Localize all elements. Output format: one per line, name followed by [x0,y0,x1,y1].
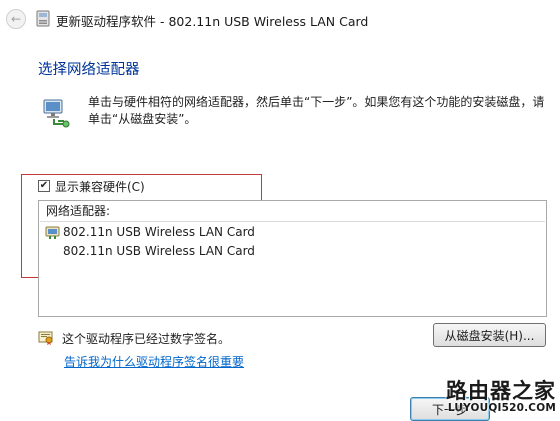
signing-help-link[interactable]: 告诉我为什么驱动程序签名很重要 [64,353,244,370]
signed-status: 这个驱动程序已经过数字签名。 [38,330,230,346]
list-header: 网络适配器: [40,202,545,222]
list-item-label: 802.11n USB Wireless LAN Card [63,244,255,258]
have-disk-button[interactable]: 从磁盘安装(H)... [433,323,546,347]
list-item[interactable]: 802.11n USB Wireless LAN Card [45,242,255,260]
window-title: 更新驱动程序软件 - 802.11n USB Wireless LAN Card [56,14,369,29]
instruction-text: 单击与硬件相符的网络适配器，然后单击“下一步”。如果您有这个功能的安装磁盘，请单… [88,95,545,126]
show-compatible-label: 显示兼容硬件(C) [55,179,145,194]
network-adapter-icon [45,226,60,239]
title-bar: ← 更新驱动程序软件 - 802.11n USB Wireless LAN Ca… [0,0,560,40]
back-button[interactable]: ← [6,9,26,29]
checkbox-box[interactable]: ✔ [38,180,50,192]
page-heading: 选择网络适配器 [38,62,140,78]
signed-text: 这个驱动程序已经过数字签名。 [62,331,231,346]
next-button[interactable]: 下一步 [410,397,490,421]
list-item[interactable]: 802.11n USB Wireless LAN Card [45,223,255,241]
network-adapter-icon [43,99,70,128]
show-compatible-checkbox[interactable]: ✔ 显示兼容硬件(C) [38,178,145,194]
list-item-label: 802.11n USB Wireless LAN Card [63,225,255,239]
device-icon [36,10,50,27]
certificate-icon [38,331,53,345]
adapter-list[interactable]: 网络适配器: 802.11n USB Wireless LAN Card 802… [38,200,547,317]
back-arrow-icon: ← [10,12,22,26]
